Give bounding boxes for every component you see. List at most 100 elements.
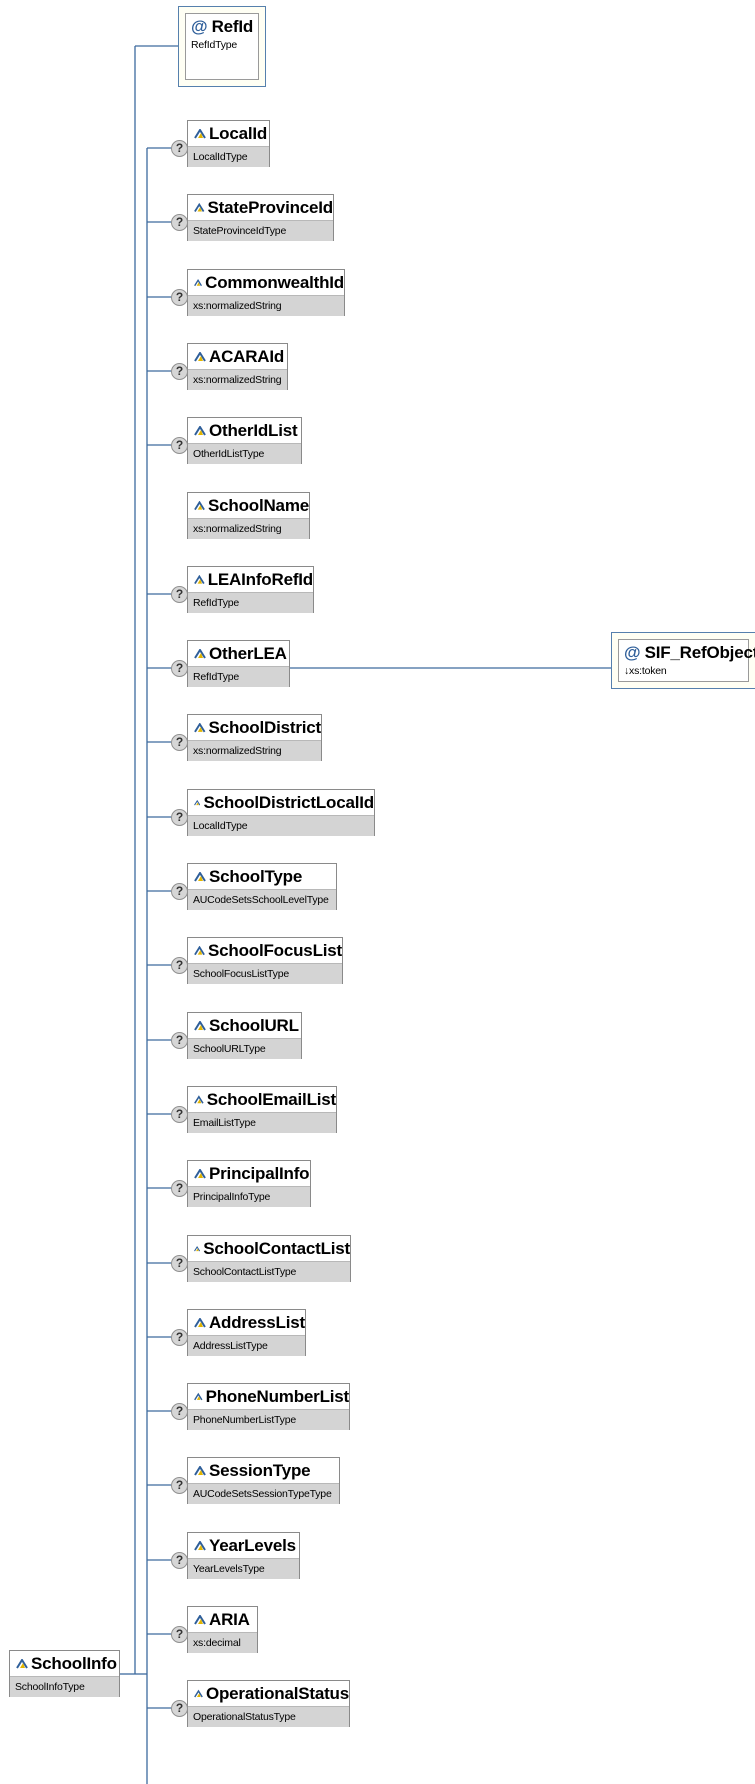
element-type: xs:normalizedString: [188, 518, 309, 539]
element-node-operationalstatus[interactable]: OperationalStatus OperationalStatusType: [187, 1680, 350, 1727]
connector-lines: [120, 45, 611, 1784]
element-header: StateProvinceId: [188, 195, 333, 220]
element-name: SchoolEmailList: [206, 1089, 336, 1109]
element-name: OtherIdList: [209, 420, 298, 440]
element-header: OtherIdList: [188, 418, 301, 443]
element-type: xs:normalizedString: [188, 740, 321, 761]
element-name: LEAInfoRefId: [207, 569, 313, 589]
element-name: CommonwealthId: [205, 272, 344, 292]
element-icon: [194, 1614, 206, 1625]
element-type: LocalIdType: [188, 815, 374, 836]
element-header: SchoolEmailList: [188, 1087, 336, 1112]
element-name: AddressList: [208, 1312, 305, 1332]
element-header: ACARAId: [188, 344, 287, 369]
element-icon: [194, 799, 201, 805]
element-node-otherlea[interactable]: OtherLEA RefIdType: [187, 640, 290, 687]
element-node-schoolemaillist[interactable]: SchoolEmailList EmailListType: [187, 1086, 337, 1133]
optional-badge: ?: [171, 1180, 188, 1197]
element-type: SchoolURLType: [188, 1038, 301, 1059]
optional-badge: ?: [171, 1626, 188, 1643]
element-icon: [194, 722, 206, 732]
attribute-type: RefIdType: [191, 39, 238, 51]
element-name: SchoolFocusList: [208, 940, 342, 960]
element-type: xs:normalizedString: [188, 369, 287, 390]
element-name: OtherLEA: [209, 643, 287, 663]
element-node-principalinfo[interactable]: PrincipalInfo PrincipalInfoType: [187, 1160, 311, 1207]
element-type: PhoneNumberListType: [188, 1409, 349, 1430]
element-node-phonenumberlist[interactable]: PhoneNumberList PhoneNumberListType: [187, 1383, 350, 1430]
element-name: SessionType: [209, 1460, 311, 1480]
element-icon: [194, 1245, 201, 1251]
element-node-schooltype[interactable]: SchoolType AUCodeSetsSchoolLevelType: [187, 863, 337, 910]
element-node-localid[interactable]: LocalId LocalIdType: [187, 120, 270, 167]
element-type: AUCodeSetsSessionTypeType: [188, 1483, 339, 1504]
element-icon: [194, 128, 206, 139]
element-type: OtherIdListType: [188, 443, 301, 464]
element-icon: [194, 871, 206, 882]
optional-badge: ?: [171, 1477, 188, 1494]
element-type: LocalIdType: [188, 146, 269, 167]
element-icon: [194, 1540, 206, 1551]
element-header: SchoolName: [188, 493, 309, 518]
element-node-schooldistrictlocalid[interactable]: SchoolDistrictLocalId LocalIdType: [187, 789, 375, 836]
element-header: LEAInfoRefId: [188, 567, 313, 592]
attribute-name: RefId: [211, 16, 254, 36]
element-node-commonwealthid[interactable]: CommonwealthId xs:normalizedString: [187, 269, 345, 316]
optional-badge: ?: [171, 140, 188, 157]
element-type: SchoolInfoType: [10, 1676, 119, 1697]
element-node-acaraid[interactable]: ACARAId xs:normalizedString: [187, 343, 288, 390]
attribute-box: @ RefId RefIdType: [185, 13, 259, 80]
optional-badge: ?: [171, 586, 188, 603]
element-type: YearLevelsType: [188, 1558, 299, 1579]
element-header: SchoolDistrictLocalId: [188, 790, 374, 815]
optional-badge: ?: [171, 734, 188, 751]
element-icon: [194, 1168, 206, 1179]
element-node-yearlevels[interactable]: YearLevels YearLevelsType: [187, 1532, 300, 1579]
optional-badge: ?: [171, 883, 188, 900]
element-node-aria[interactable]: ARIA xs:decimal: [187, 1606, 258, 1653]
element-header: PhoneNumberList: [188, 1384, 349, 1409]
optional-badge: ?: [171, 1329, 188, 1346]
element-node-schoolurl[interactable]: SchoolURL SchoolURLType: [187, 1012, 302, 1059]
element-type: PrincipalInfoType: [188, 1186, 310, 1207]
element-name: SchoolName: [208, 495, 309, 515]
optional-badge: ?: [171, 363, 188, 380]
element-type: SchoolContactListType: [188, 1261, 350, 1282]
element-node-schoolfocuslist[interactable]: SchoolFocusList SchoolFocusListType: [187, 937, 343, 984]
attribute-node-refid[interactable]: @ RefId RefIdType: [178, 6, 266, 87]
element-header: PrincipalInfo: [188, 1161, 310, 1186]
optional-badge: ?: [171, 1403, 188, 1420]
element-name: StateProvinceId: [207, 197, 334, 217]
element-node-schoolcontactlist[interactable]: SchoolContactList SchoolContactListType: [187, 1235, 351, 1282]
element-icon: [194, 1094, 204, 1104]
element-type: SchoolFocusListType: [188, 963, 342, 984]
element-header: SchoolType: [188, 864, 336, 889]
element-name: LocalId: [209, 123, 268, 143]
attribute-icon: @: [624, 642, 641, 662]
optional-badge: ?: [171, 437, 188, 454]
element-name: SchoolDistrict: [208, 717, 322, 737]
element-node-leainforefid[interactable]: LEAInfoRefId RefIdType: [187, 566, 314, 613]
element-header: SessionType: [188, 1458, 339, 1483]
element-node-stateprovinceid[interactable]: StateProvinceId StateProvinceIdType: [187, 194, 334, 241]
element-node-schoolinfo[interactable]: SchoolInfo SchoolInfoType: [9, 1650, 120, 1697]
element-node-addresslist[interactable]: AddressList AddressListType: [187, 1309, 306, 1356]
element-node-otheridlist[interactable]: OtherIdList OtherIdListType: [187, 417, 302, 464]
element-icon: [194, 202, 205, 212]
element-node-schooldistrict[interactable]: SchoolDistrict xs:normalizedString: [187, 714, 322, 761]
element-name: SchoolType: [209, 866, 303, 886]
element-name: PrincipalInfo: [209, 1163, 310, 1183]
element-header: SchoolDistrict: [188, 715, 321, 740]
element-type: EmailListType: [188, 1112, 336, 1133]
element-node-sessiontype[interactable]: SessionType AUCodeSetsSessionTypeType: [187, 1457, 340, 1504]
optional-badge: ?: [171, 289, 188, 306]
attribute-name: SIF_RefObject: [644, 642, 755, 662]
element-name: SchoolContactList: [203, 1238, 350, 1258]
element-node-schoolname[interactable]: SchoolName xs:normalizedString: [187, 492, 310, 539]
element-icon: [194, 500, 205, 510]
element-icon: [194, 574, 205, 584]
attribute-icon: @: [191, 16, 208, 36]
attribute-node-sif-refobject[interactable]: @ SIF_RefObject ↓xs:token: [611, 632, 755, 689]
element-type: AUCodeSetsSchoolLevelType: [188, 889, 336, 910]
element-header: SchoolContactList: [188, 1236, 350, 1261]
